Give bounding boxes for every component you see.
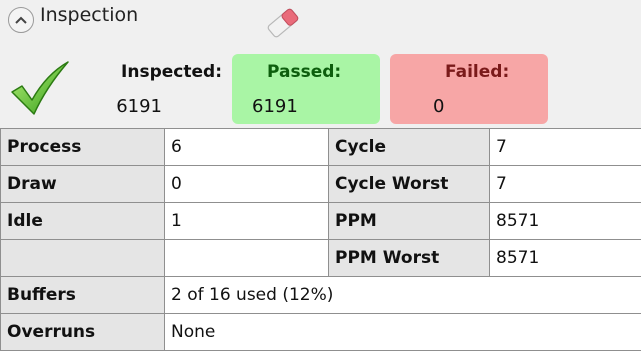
table-row: Buffers 2 of 16 used (12%): [0, 276, 641, 314]
table-row: Overruns None: [0, 313, 641, 351]
ppm-value: 8571: [489, 202, 641, 240]
eraser-icon[interactable]: [264, 4, 302, 42]
chevron-up-icon[interactable]: [8, 7, 34, 33]
panel-title: Inspection: [40, 4, 139, 26]
inspected-value: 6191: [116, 96, 162, 117]
failed-label: Failed:: [445, 62, 510, 82]
draw-label: Draw: [0, 165, 165, 203]
failed-counter: Failed: 0: [390, 54, 548, 124]
ppm-worst-label: PPM Worst: [328, 239, 490, 277]
stats-table: Process 6 Cycle 7 Draw 0 Cycle Worst 7 I…: [0, 128, 641, 351]
passed-value: 6191: [252, 96, 298, 117]
cycle-worst-label: Cycle Worst: [328, 165, 490, 203]
passed-counter: Passed: 6191: [232, 54, 380, 124]
process-label: Process: [0, 128, 165, 166]
inspection-header: Inspection Inspected: 6191 Passed: 6191 …: [0, 0, 641, 128]
empty-label: [0, 239, 165, 277]
cycle-label: Cycle: [328, 128, 490, 166]
overruns-label: Overruns: [0, 313, 165, 351]
empty-value: [164, 239, 329, 277]
passed-label: Passed:: [267, 62, 342, 82]
ppm-worst-value: 8571: [489, 239, 641, 277]
table-row: PPM Worst 8571: [0, 239, 641, 277]
table-row: Draw 0 Cycle Worst 7: [0, 165, 641, 203]
buffers-value: 2 of 16 used (12%): [164, 276, 641, 314]
cycle-value: 7: [489, 128, 641, 166]
process-value: 6: [164, 128, 329, 166]
ppm-label: PPM: [328, 202, 490, 240]
buffers-label: Buffers: [0, 276, 165, 314]
idle-label: Idle: [0, 202, 165, 240]
overruns-value: None: [164, 313, 641, 351]
table-row: Idle 1 PPM 8571: [0, 202, 641, 240]
idle-value: 1: [164, 202, 329, 240]
cycle-worst-value: 7: [489, 165, 641, 203]
table-row: Process 6 Cycle 7: [0, 128, 641, 166]
draw-value: 0: [164, 165, 329, 203]
inspection-panel: Inspection Inspected: 6191 Passed: 6191 …: [0, 0, 641, 355]
inspected-label: Inspected:: [121, 62, 222, 82]
failed-value: 0: [433, 96, 445, 117]
inspected-counter: Inspected: 6191: [82, 54, 222, 124]
green-checkmark-icon: [8, 58, 72, 118]
